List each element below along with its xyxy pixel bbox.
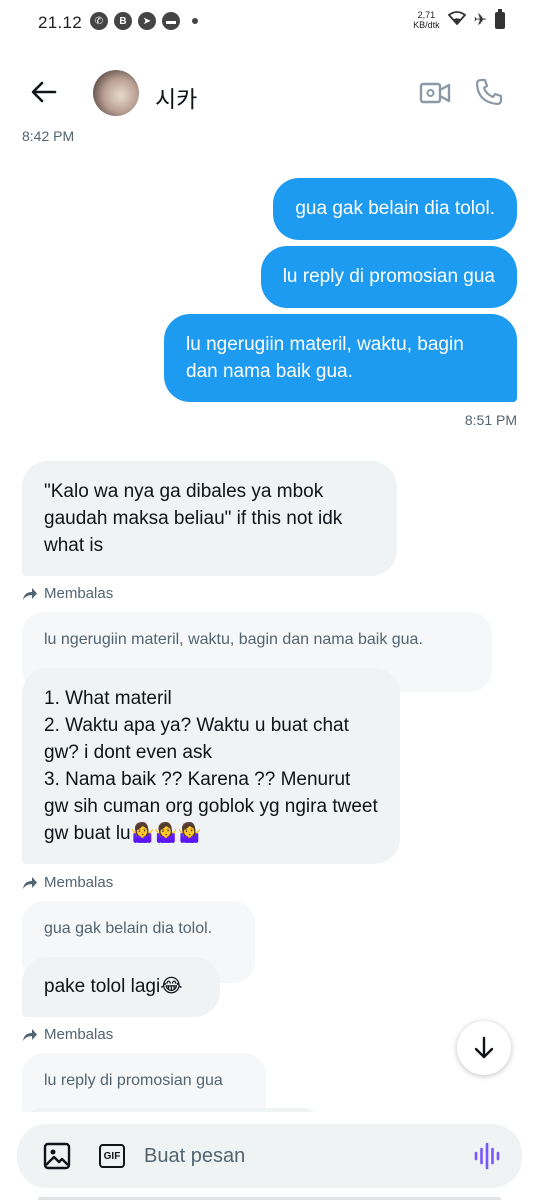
add-photo-button[interactable] — [43, 1142, 71, 1170]
reply-indicator: Membalas — [22, 874, 113, 891]
image-icon — [43, 1142, 71, 1170]
video-call-button[interactable] — [418, 78, 452, 108]
compass-icon: ➤ — [138, 12, 156, 30]
notification-icons: ✆ B ➤ ▬ — [90, 12, 198, 30]
battery-icon — [495, 8, 505, 29]
voice-message-button[interactable] — [473, 1142, 501, 1170]
message-input[interactable] — [144, 1136, 464, 1176]
message-outgoing[interactable]: lu reply di promosian gua — [260, 246, 517, 308]
message-incoming[interactable]: "Kalo wa nya ga dibales ya mbok gaudah m… — [22, 461, 397, 576]
gif-button[interactable]: GIF — [99, 1144, 125, 1168]
more-notifications-icon — [192, 18, 198, 24]
b-app-icon: B — [114, 12, 132, 30]
timestamp: 8:51 PM — [464, 412, 517, 428]
status-bar: 21.12 ✆ B ➤ ▬ 2,71 KB/dtk ✈ — [0, 0, 539, 46]
message-list[interactable]: 8:42 PM gua gak belain dia tolol. lu rep… — [0, 126, 539, 1112]
contact-name[interactable]: 시카 — [155, 80, 197, 114]
video-icon — [419, 82, 451, 104]
voice-call-button[interactable] — [473, 76, 505, 108]
chat-app-icon: ▬ — [162, 12, 180, 30]
message-incoming[interactable] — [22, 1108, 322, 1112]
reply-arrow-icon — [23, 876, 37, 889]
airplane-icon: ✈ — [473, 12, 487, 29]
back-button[interactable] — [26, 74, 62, 110]
timestamp: 8:42 PM — [22, 128, 75, 144]
reply-indicator: Membalas — [22, 1026, 113, 1043]
message-composer: GIF — [17, 1124, 522, 1188]
whatsapp-icon: ✆ — [90, 12, 108, 30]
scroll-to-bottom-button[interactable] — [457, 1021, 511, 1075]
network-speed: 2,71 KB/dtk — [413, 10, 440, 30]
message-outgoing[interactable]: lu ngerugiin materil, waktu, bagin dan n… — [164, 314, 517, 402]
avatar[interactable] — [93, 70, 139, 116]
phone-icon — [475, 78, 503, 106]
system-icons: 2,71 KB/dtk ✈ — [413, 8, 505, 30]
message-incoming[interactable]: pake tolol lagi😂 — [22, 957, 220, 1017]
message-outgoing[interactable]: gua gak belain dia tolol. — [273, 178, 517, 240]
wifi-icon — [447, 10, 466, 30]
conversation-header: 시카 — [0, 62, 539, 126]
voice-wave-icon — [474, 1142, 500, 1170]
gif-icon: GIF — [103, 1150, 121, 1162]
status-time: 21.12 — [38, 13, 83, 32]
reply-arrow-icon — [23, 1028, 37, 1041]
quoted-message[interactable]: lu reply di promosian gua — [22, 1053, 266, 1112]
reply-indicator: Membalas — [22, 585, 113, 602]
arrow-down-icon — [474, 1036, 494, 1059]
message-incoming[interactable]: 1. What materil 2. Waktu apa ya? Waktu u… — [22, 668, 400, 864]
reply-arrow-icon — [23, 587, 37, 600]
arrow-left-icon — [31, 81, 57, 103]
